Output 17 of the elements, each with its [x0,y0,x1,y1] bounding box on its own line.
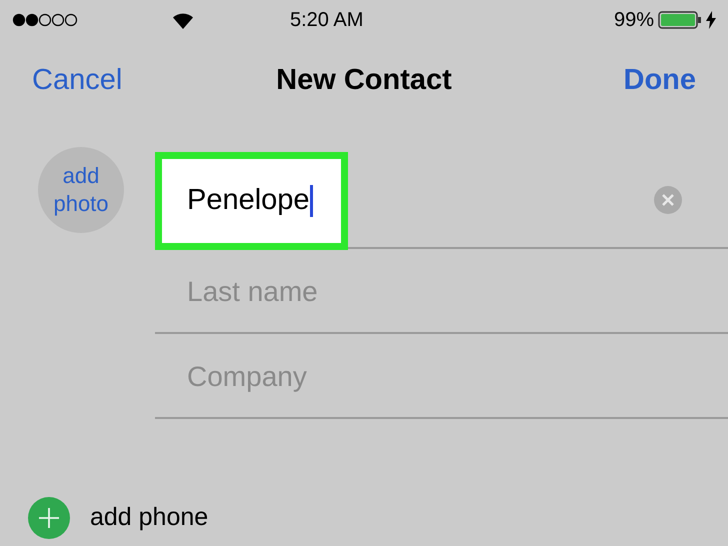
battery-icon [658,11,702,29]
cancel-button[interactable]: Cancel [32,59,122,103]
name-field[interactable]: Penelope [155,152,348,250]
wifi-icon [172,12,194,28]
battery-percent: 99% [614,8,654,33]
signal-icon [12,13,78,27]
add-icon[interactable] [28,497,70,539]
text-field[interactable]: Last name [187,270,547,312]
text-cursor [310,185,313,217]
status-time: 5:20 AM [290,8,364,33]
add-phone-label[interactable]: add phone [90,499,208,537]
done-button[interactable]: Done [624,59,696,103]
clear-icon[interactable] [654,186,682,214]
screen-title: New Contact [276,63,452,98]
text-field[interactable]: Company [187,356,547,398]
add-photo-button[interactable]: add photo [38,147,124,233]
charging-icon [706,11,716,29]
